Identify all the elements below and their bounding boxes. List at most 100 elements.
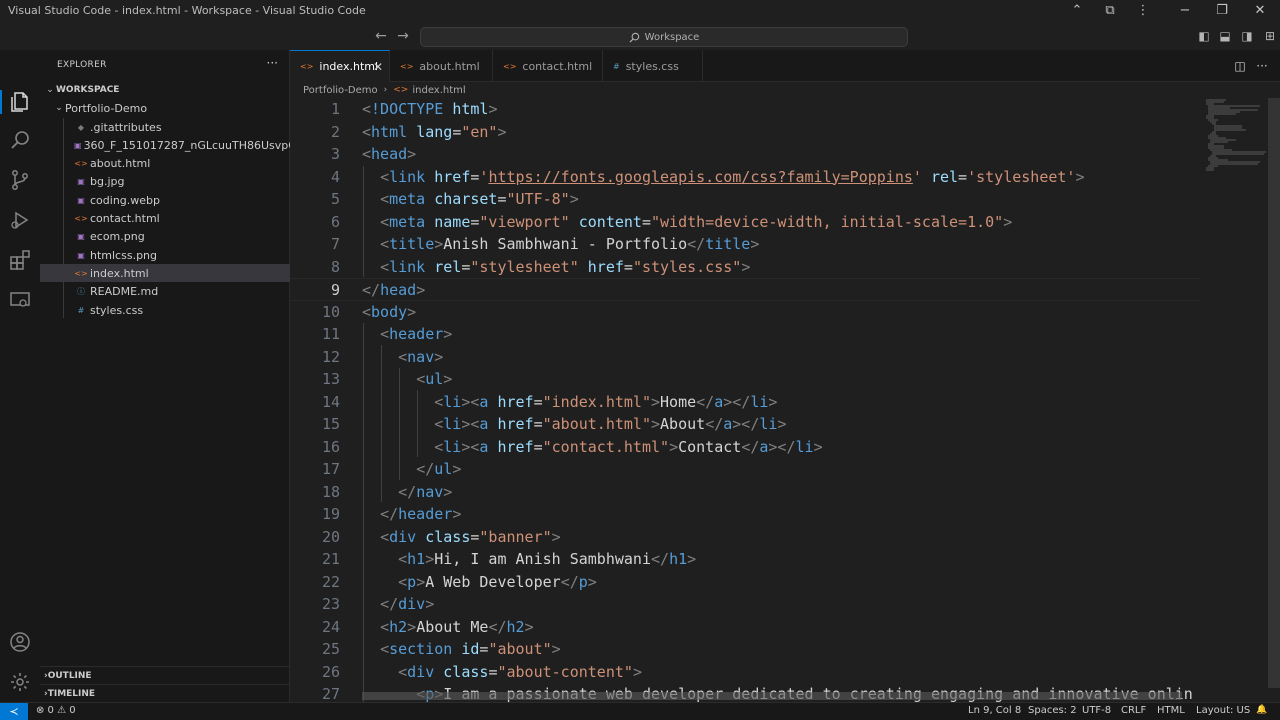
code-line[interactable]: 1 <!DOCTYPE html> xyxy=(290,98,1200,121)
breadcrumb-file[interactable]: index.html xyxy=(412,85,465,96)
file-item[interactable]: ◆ .gitattributes xyxy=(40,118,290,136)
minimize-icon[interactable]: − xyxy=(1176,2,1194,20)
more-icon[interactable]: ⋮ xyxy=(1134,2,1152,20)
file-item[interactable]: <> contact.html xyxy=(40,210,290,228)
extensions-icon[interactable] xyxy=(8,248,32,272)
tab-contact-html[interactable]: <> contact.html xyxy=(493,50,603,82)
tab-about-html[interactable]: <> about.html xyxy=(390,50,493,82)
vertical-scrollbar[interactable] xyxy=(1268,98,1280,702)
code-line[interactable]: 15 <li><a href="about.html">About</a></l… xyxy=(290,413,1200,436)
file-item[interactable]: ▣ htmlcss.png xyxy=(40,246,290,264)
source-control-icon[interactable] xyxy=(8,168,32,192)
horizontal-scrollbar[interactable] xyxy=(362,692,1200,700)
file-type-icon: ⓘ xyxy=(77,287,85,297)
forward-arrow-icon[interactable]: → xyxy=(393,26,413,46)
file-item[interactable]: ⓘ README.md xyxy=(40,283,290,301)
file-item[interactable]: ▣ ecom.png xyxy=(40,228,290,246)
code-line[interactable]: 25 <section id="about"> xyxy=(290,638,1200,661)
code-line[interactable]: 19 </header> xyxy=(290,503,1200,526)
code-line[interactable]: 22 <p>A Web Developer</p> xyxy=(290,571,1200,594)
code-line[interactable]: 7 <title>Anish Sambhwani - Portfolio</ti… xyxy=(290,233,1200,256)
code-line[interactable]: 18 </nav> xyxy=(290,481,1200,504)
tab-styles-css[interactable]: # styles.css xyxy=(603,50,703,82)
scrollbar-thumb[interactable] xyxy=(1268,98,1280,688)
chevron-up-icon[interactable]: ⌃ xyxy=(1068,2,1086,20)
code-line[interactable]: 3 <head> xyxy=(290,143,1200,166)
restore-icon[interactable]: ❐ xyxy=(1213,2,1231,20)
problems-indicator[interactable]: ⊗ 0 ⚠ 0 xyxy=(36,705,76,716)
code-line[interactable]: 21 <h1>Hi, I am Anish Sambhwani</h1> xyxy=(290,548,1200,571)
code-token: > xyxy=(813,437,823,456)
timeline-section[interactable]: › TIMELINE xyxy=(40,684,290,702)
file-item[interactable]: # styles.css xyxy=(40,301,290,319)
back-arrow-icon[interactable]: ← xyxy=(371,26,391,46)
language-mode[interactable]: HTML xyxy=(1157,705,1185,716)
file-item[interactable]: ▣ coding.webp xyxy=(40,191,290,209)
indentation[interactable]: Spaces: 2 xyxy=(1028,705,1077,716)
code-token: meta xyxy=(389,190,426,208)
keyboard-layout[interactable]: Layout: US xyxy=(1196,705,1250,716)
explorer-more-icon[interactable]: ··· xyxy=(267,56,278,70)
explorer-icon[interactable] xyxy=(8,90,32,114)
code-line[interactable]: 5 <meta charset="UTF-8"> xyxy=(290,188,1200,211)
file-item[interactable]: ▣ bg.jpg xyxy=(40,173,290,191)
outline-section[interactable]: › OUTLINE xyxy=(40,666,290,684)
code-line[interactable]: 10 <body> xyxy=(290,301,1200,324)
split-editor-icon[interactable]: ◫ xyxy=(1232,58,1248,74)
line-number: 1 xyxy=(330,100,340,118)
code-line[interactable]: 13 <ul> xyxy=(290,368,1200,391)
toggle-panel-icon[interactable]: ⬓ xyxy=(1217,28,1233,44)
code-line[interactable]: 6 <meta name="viewport" content="width=d… xyxy=(290,211,1200,234)
customize-layout-icon[interactable]: ⊞ xyxy=(1262,28,1278,44)
remote-explorer-icon[interactable] xyxy=(8,288,32,312)
close-window-icon[interactable]: ✕ xyxy=(1251,2,1269,20)
code-line[interactable]: 11 <header> xyxy=(290,323,1200,346)
tab-index-html[interactable]: <> index.html ✕ xyxy=(290,50,390,82)
search-icon[interactable] xyxy=(8,128,32,152)
extensions-icon[interactable]: ⧉ xyxy=(1101,2,1119,20)
code-line[interactable]: 16 <li><a href="contact.html">Contact</a… xyxy=(290,436,1200,459)
code-line[interactable]: 23 </div> xyxy=(290,593,1200,616)
code-token: < xyxy=(398,347,408,366)
toggle-sidebar-icon[interactable]: ◧ xyxy=(1196,28,1212,44)
code-line[interactable]: 2 <html lang="en"> xyxy=(290,121,1200,144)
breadcrumb-folder[interactable]: Portfolio-Demo xyxy=(303,85,378,96)
line-ending[interactable]: CRLF xyxy=(1121,705,1146,716)
code-text: <meta name="viewport" content="width=dev… xyxy=(362,211,1012,234)
file-type-icon: <> xyxy=(503,61,517,71)
close-tab-icon[interactable]: ✕ xyxy=(373,60,383,74)
file-item[interactable]: <> about.html xyxy=(40,155,290,173)
toggle-secondary-sidebar-icon[interactable]: ◨ xyxy=(1239,28,1255,44)
code-line[interactable]: 17 </ul> xyxy=(290,458,1200,481)
remote-indicator-icon[interactable]: ≺ xyxy=(0,703,28,720)
code-line[interactable]: 14 <li><a href="index.html">Home</a></li… xyxy=(290,391,1200,414)
workspace-section[interactable]: ⌄ WORKSPACE xyxy=(40,81,290,99)
file-item[interactable]: ▣360_F_151017287_nGLcuuTH86UsvpQSEii... xyxy=(40,136,290,154)
encoding[interactable]: UTF-8 xyxy=(1082,705,1111,716)
code-line[interactable]: 24 <h2>About Me</h2> xyxy=(290,616,1200,639)
scrollbar-thumb[interactable] xyxy=(362,692,1182,700)
minimap[interactable] xyxy=(1200,98,1270,702)
command-center-search[interactable]: Workspace xyxy=(420,27,908,47)
cursor-position[interactable]: Ln 9, Col 8 xyxy=(968,705,1021,716)
code-line[interactable]: 12 <nav> xyxy=(290,346,1200,369)
code-line[interactable]: 8 <link rel="stylesheet" href="styles.cs… xyxy=(290,256,1200,279)
code-token: > xyxy=(768,392,778,411)
code-line[interactable]: 20 <div class="banner"> xyxy=(290,526,1200,549)
file-type-icon: <> xyxy=(400,61,414,71)
code-line[interactable]: 4 <link href = 'https://fonts.googleapis.c… xyxy=(290,166,1200,189)
code-line[interactable]: 9 </head> xyxy=(290,278,1200,301)
notifications-bell-icon[interactable]: 🔔 xyxy=(1256,705,1267,715)
code-token: title xyxy=(389,235,435,253)
account-icon[interactable] xyxy=(8,630,32,654)
settings-gear-icon[interactable] xyxy=(8,670,32,694)
line-number: 10 xyxy=(321,302,340,321)
code-line[interactable]: 26 <div class="about-content"> xyxy=(290,661,1200,684)
code-editor[interactable]: 1 <!DOCTYPE html> 2 <html lang="en"> 3 <head>… xyxy=(290,98,1280,702)
folder-portfolio-demo[interactable]: ⌄ Portfolio-Demo xyxy=(40,99,290,117)
run-debug-icon[interactable] xyxy=(8,208,32,232)
more-actions-icon[interactable]: ··· xyxy=(1254,58,1270,74)
file-item[interactable]: <> index.html xyxy=(40,264,290,283)
